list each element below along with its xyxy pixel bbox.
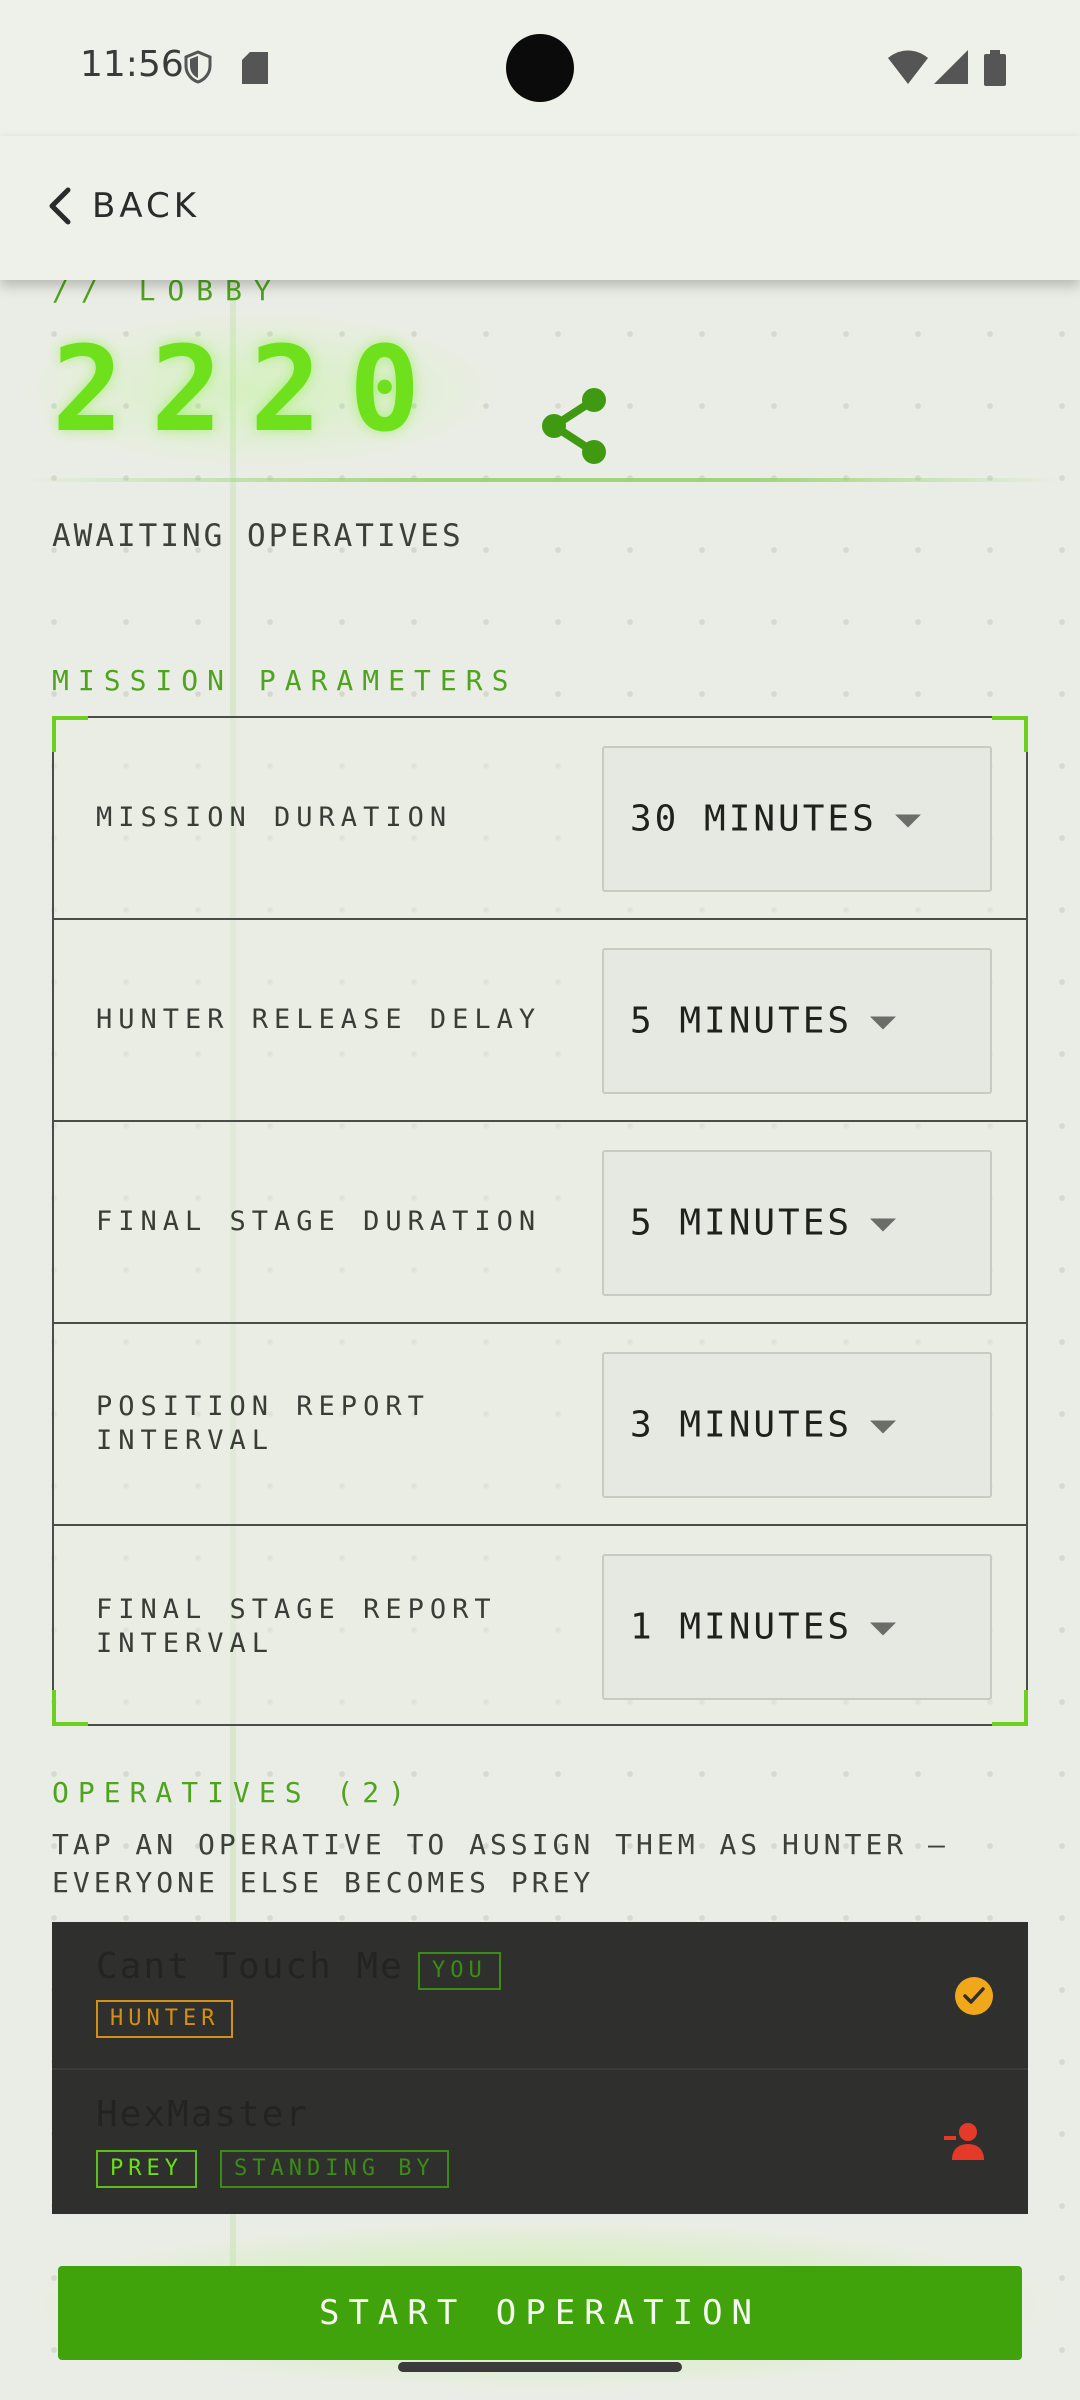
dropdown-arrow-icon (894, 814, 921, 827)
param-row-final-stage-report-interval: FINAL STAGE REPORT INTERVAL 1 MINUTES (54, 1526, 1026, 1728)
status-bar: 11:56 (0, 0, 1080, 136)
lobby-code: 2220 (52, 320, 449, 458)
param-value: 5 MINUTES (630, 1001, 897, 1042)
param-value: 1 MINUTES (630, 1607, 897, 1648)
wifi-icon (888, 50, 928, 84)
param-row-final-stage-duration: FINAL STAGE DURATION 5 MINUTES (54, 1122, 1026, 1324)
back-label: BACK (92, 186, 201, 226)
operative-name: Cant Touch Me (96, 1946, 404, 1987)
prey-role-badge: PREY (96, 2150, 197, 2188)
cell-signal-icon (934, 50, 968, 84)
param-value: 30 MINUTES (630, 799, 921, 840)
hunter-release-delay-select[interactable]: 5 MINUTES (602, 948, 992, 1094)
sd-card-icon (242, 52, 268, 84)
operatives-list: Cant Touch Me YOU HUNTER HexMaster PREY … (52, 1922, 1028, 2214)
dropdown-arrow-icon (870, 1016, 897, 1029)
final-stage-duration-select[interactable]: 5 MINUTES (602, 1150, 992, 1296)
param-label: FINAL STAGE DURATION (96, 1206, 542, 1237)
position-report-interval-select[interactable]: 3 MINUTES (602, 1352, 992, 1498)
assign-person-icon (944, 2123, 984, 2160)
hunter-role-badge: HUNTER (96, 2000, 234, 2038)
check-circle-icon (955, 1977, 993, 2015)
param-label: POSITION REPORT INTERVAL (96, 1391, 430, 1456)
start-operation-button[interactable]: START OPERATION (58, 2266, 1022, 2360)
operatives-instruction: TAP AN OPERATIVE TO ASSIGN THEM AS HUNTE… (52, 1828, 949, 1899)
status-time: 11:56 (80, 44, 184, 85)
operative-row-cant-touch-me[interactable]: Cant Touch Me YOU HUNTER (52, 1922, 1028, 2066)
operatives-title: OPERATIVES (2) (52, 1776, 415, 1809)
param-value: 5 MINUTES (630, 1203, 897, 1244)
back-button[interactable]: BACK (46, 174, 200, 238)
operative-name: HexMaster (96, 2094, 310, 2135)
chevron-left-icon (49, 187, 71, 225)
mission-parameters-title: MISSION PARAMETERS (52, 664, 518, 697)
mission-duration-select[interactable]: 30 MINUTES (602, 746, 992, 892)
param-row-hunter-release-delay: HUNTER RELEASE DELAY 5 MINUTES (54, 920, 1026, 1122)
param-value: 3 MINUTES (630, 1405, 897, 1446)
start-operation-label: START OPERATION (318, 2293, 762, 2333)
operative-row-hexmaster[interactable]: HexMaster PREY STANDING BY (52, 2068, 1028, 2212)
param-label: HUNTER RELEASE DELAY (96, 1004, 542, 1035)
shield-icon (184, 50, 212, 84)
final-stage-report-interval-select[interactable]: 1 MINUTES (602, 1554, 992, 1700)
param-label: MISSION DURATION (96, 802, 453, 833)
dropdown-arrow-icon (870, 1420, 897, 1433)
standing-by-badge: STANDING BY (220, 2150, 449, 2188)
mission-parameters-card: MISSION DURATION 30 MINUTES HUNTER RELEA… (52, 716, 1028, 1726)
share-icon[interactable] (538, 386, 612, 466)
param-row-position-report-interval: POSITION REPORT INTERVAL 3 MINUTES (54, 1324, 1026, 1526)
param-row-mission-duration: MISSION DURATION 30 MINUTES (54, 718, 1026, 920)
camera-cutout (506, 34, 574, 102)
dropdown-arrow-icon (870, 1622, 897, 1635)
dropdown-arrow-icon (870, 1218, 897, 1231)
lobby-status: AWAITING OPERATIVES (52, 518, 464, 554)
battery-icon (984, 50, 1006, 86)
param-label: FINAL STAGE REPORT INTERVAL (96, 1594, 497, 1659)
app-bar: BACK (0, 136, 1080, 280)
home-indicator[interactable] (398, 2362, 682, 2372)
you-badge: YOU (418, 1952, 501, 1990)
header-divider (20, 478, 1060, 482)
